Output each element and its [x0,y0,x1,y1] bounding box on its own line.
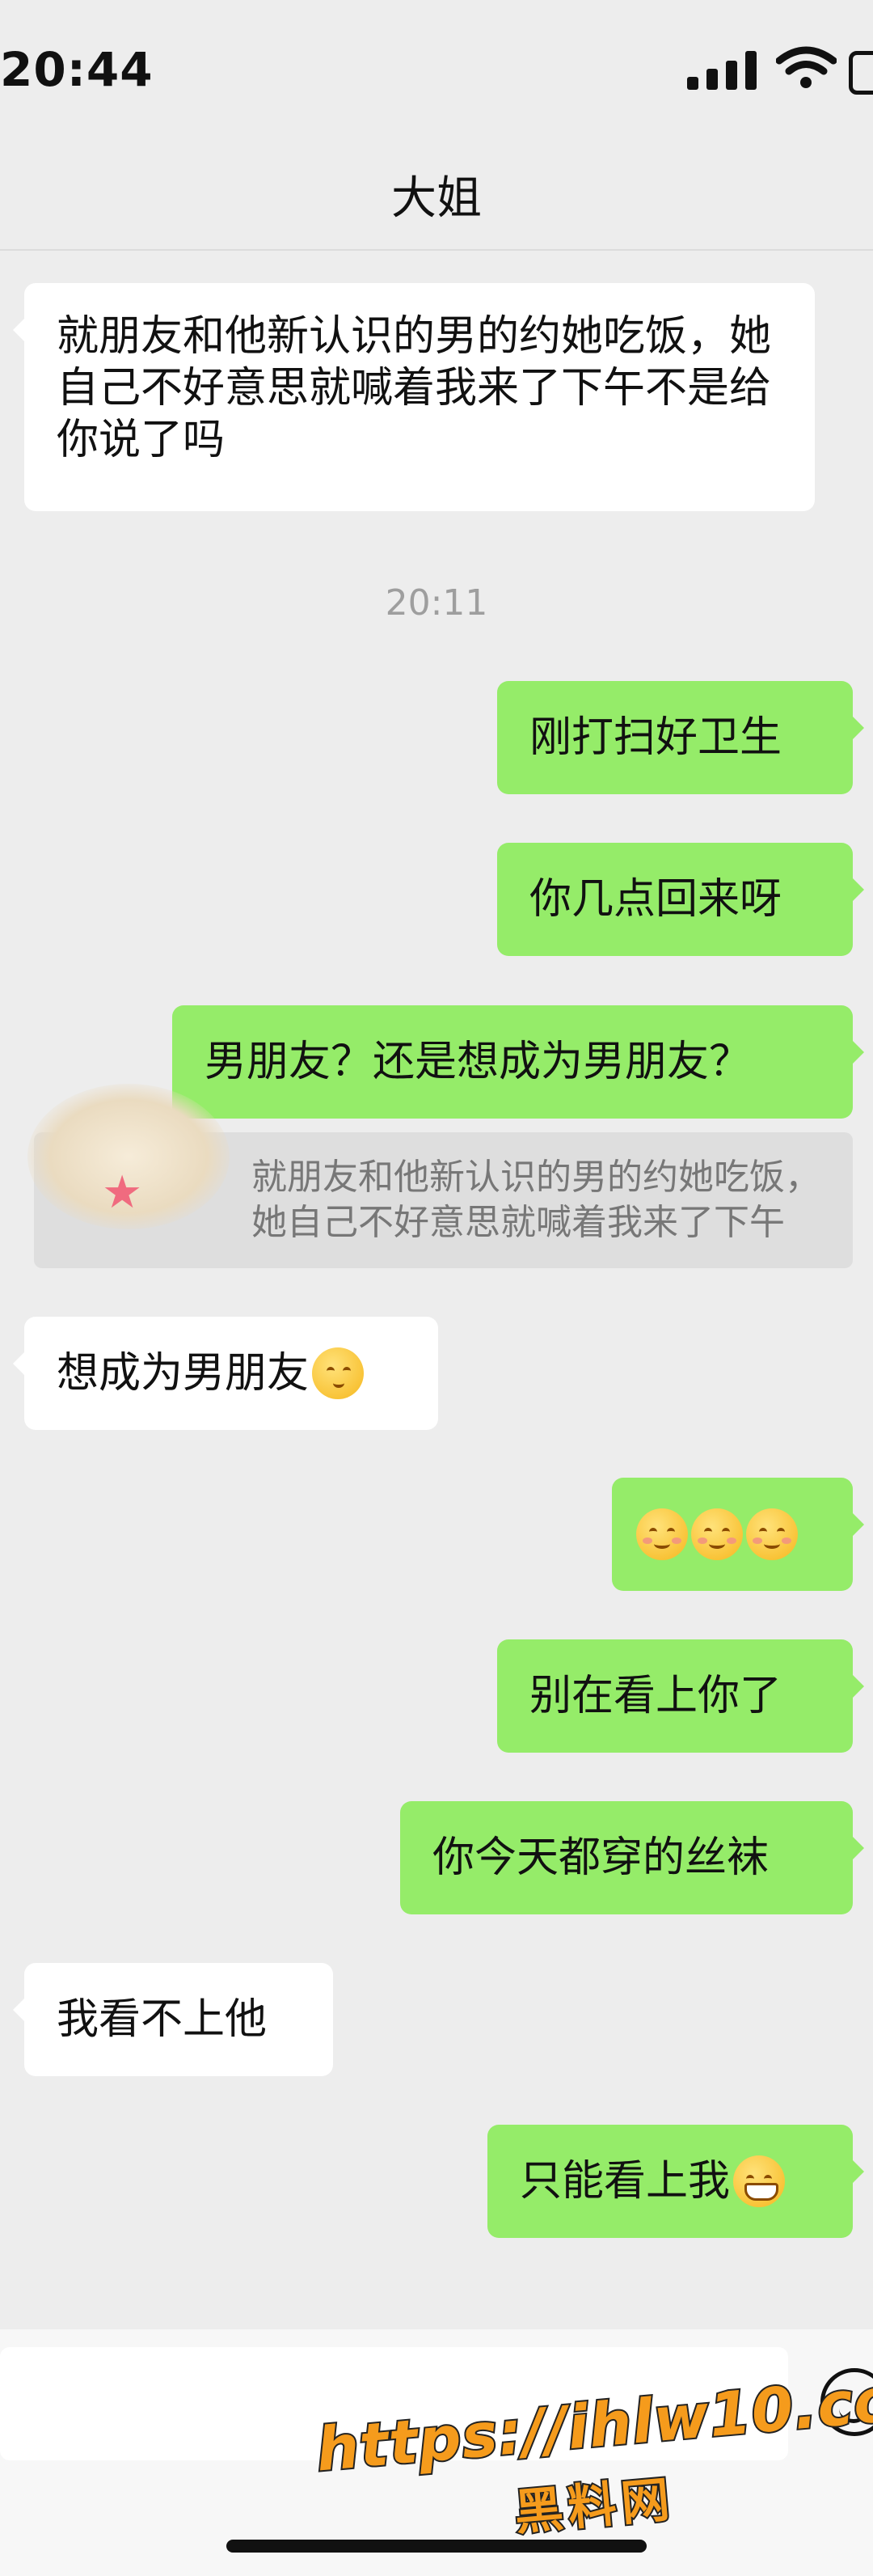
message-text: 刚打扫好卫生 [529,713,782,762]
message-text: 想成为男朋友 [57,1349,310,1398]
message-bubble[interactable]: 想成为男朋友 [13,1317,438,1430]
message-text: 男朋友？还是想成为男朋友？ [205,1038,752,1086]
grinning-face-icon [733,2155,786,2207]
message-bubble[interactable]: 刚打扫好卫生 [497,681,864,794]
message-text: 就朋友和他新认识的男的约她吃饭，她自己不好意思就喊着我来了下午不是给你说了吗 [57,312,772,464]
chat-title[interactable]: 大姐 [0,162,873,227]
message-text: 我看不上他 [57,1995,268,2044]
signal-icon [687,49,764,90]
smiling-face-icon [636,1508,688,1560]
quoted-text: 就朋友和他新认识的男的约她吃饭，她自己不好意思就喊着我来了下午不... [251,1157,820,1243]
message-bubble[interactable] [612,1478,864,1591]
smiling-face-icon [746,1508,798,1560]
battery-icon [849,51,873,95]
quoted-message[interactable]: 就朋友和他新认识的男的约她吃饭，她自己不好意思就喊着我来了下午不... [27,1084,853,1268]
star-sticker-icon: ★ [102,1166,143,1219]
watermark-label: 黑料网 [511,2469,678,2543]
header-divider [0,249,873,251]
status-icons [687,44,873,95]
wifi-icon [776,46,837,88]
home-indicator[interactable] [226,2540,647,2553]
message-bubble[interactable]: 你几点回来呀 [497,843,864,956]
status-time: 20:44 [0,42,154,97]
message-text: 只能看上我 [520,2157,731,2206]
thinking-face-icon [312,1347,365,1399]
message-text: 别在看上你了 [529,1672,782,1720]
smiling-face-icon [691,1508,743,1560]
message-bubble[interactable]: 就朋友和他新认识的男的约她吃饭，她自己不好意思就喊着我来了下午不是给你说了吗 [13,283,815,511]
timestamp: 20:11 [385,582,488,624]
message-text: 你今天都穿的丝袜 [432,1834,770,1882]
message-bubble[interactable]: 你今天都穿的丝袜 [400,1801,864,1914]
message-text: 你几点回来呀 [529,875,782,924]
message-bubble[interactable]: 男朋友？还是想成为男朋友？ [172,1005,864,1119]
message-bubble[interactable]: 别在看上你了 [497,1639,864,1753]
message-bubble[interactable]: 只能看上我 [487,2125,864,2238]
message-bubble[interactable]: 我看不上他 [13,1963,333,2076]
